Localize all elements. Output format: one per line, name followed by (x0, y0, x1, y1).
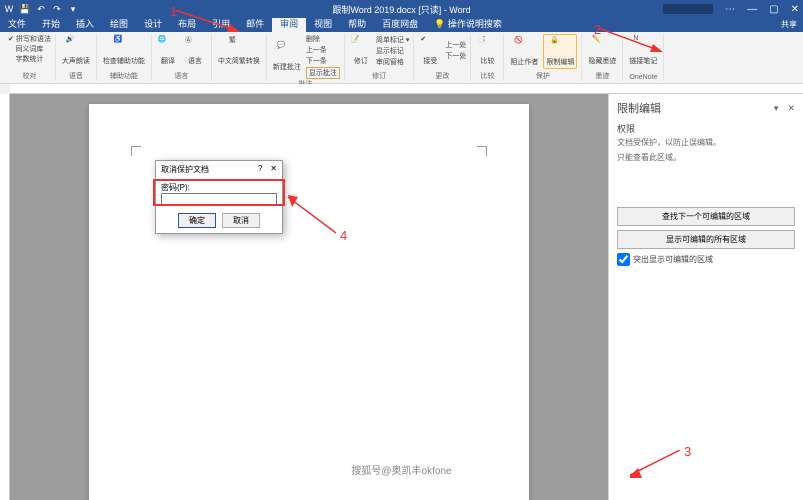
close-icon[interactable]: ✕ (791, 4, 799, 15)
accessibility-icon: ♿ (114, 35, 134, 55)
redo-icon[interactable]: ↷ (52, 4, 62, 14)
language-icon: Ⓐ (185, 35, 205, 55)
comment-icon: 💬 (277, 41, 297, 61)
onenote-button[interactable]: N链接笔记 (627, 34, 659, 67)
prev-change-button[interactable]: 上一处 (445, 40, 466, 50)
read-aloud-button[interactable]: 🔊大声朗读 (60, 34, 92, 67)
show-comments-button[interactable]: 显示批注 (306, 67, 340, 79)
group-chinese-convert: 繁中文简繁转换 (212, 34, 267, 81)
pane-title: 限制编辑 (617, 100, 661, 116)
share-button[interactable]: 共享 (775, 17, 803, 32)
dialog-help-icon[interactable]: ? (258, 164, 262, 175)
show-markup-button[interactable]: 显示标记 (376, 46, 410, 56)
cancel-button[interactable]: 取消 (222, 213, 260, 228)
pane-dropdown-icon[interactable]: ▾ (774, 103, 779, 113)
restrict-editing-pane: 限制编辑 ▾ ✕ 权限 文档受保护，以防止误编辑。 只能查看此区域。 查找下一个… (608, 94, 803, 500)
prev-comment-button[interactable]: 上一条 (306, 45, 340, 55)
word-icon: W (4, 4, 14, 14)
margin-corner (477, 146, 487, 156)
compare-button[interactable]: 📑比较 (475, 34, 499, 67)
group-protect: 🚫阻止作者 🔒限制编辑 保护 (504, 34, 582, 81)
new-comment-button[interactable]: 💬新建批注 (271, 40, 303, 73)
horizontal-ruler[interactable] (10, 84, 803, 94)
pane-close-icon[interactable]: ✕ (787, 103, 795, 113)
unprotect-dialog: 取消保护文档 ? ✕ 密码(P): 确定 取消 (155, 160, 283, 234)
window-title: 跟制Word 2019.docx [只读] - Word (332, 3, 470, 16)
minimize-icon[interactable]: — (747, 4, 757, 15)
onenote-icon: N (633, 35, 653, 55)
ribbon-tabs: 文件 开始 插入 绘图 设计 布局 引用 邮件 审阅 视图 帮助 百度网盘 💡 … (0, 18, 803, 32)
pane-subtitle: 权限 (617, 122, 795, 135)
track-changes-button[interactable]: 📝修订 (349, 34, 373, 67)
vertical-ruler[interactable] (0, 94, 10, 500)
restrict-editing-button[interactable]: 🔒限制编辑 (543, 34, 577, 69)
highlight-checkbox-input[interactable] (617, 253, 630, 266)
user-account[interactable] (663, 4, 713, 14)
titlebar: W 💾 ↶ ↷ ▾ 跟制Word 2019.docx [只读] - Word ⋯… (0, 0, 803, 18)
password-input[interactable] (161, 193, 277, 206)
group-comments: 💬新建批注 删除 上一条 下一条 显示批注 批注 (267, 34, 345, 81)
window-controls: ⋯ — ▢ ✕ (725, 4, 799, 15)
convert-icon: 繁 (229, 35, 249, 55)
group-language: 🌐翻译 Ⓐ语言 语言 (152, 34, 212, 81)
block-authors-button[interactable]: 🚫阻止作者 (508, 35, 540, 68)
accept-button[interactable]: ✔接受 (418, 34, 442, 67)
group-label: 校对 (22, 71, 36, 81)
group-changes: ✔接受 上一处 下一处 更改 (414, 34, 471, 81)
ok-button[interactable]: 确定 (178, 213, 216, 228)
group-proofing: ✔ 拼写和语法 同义词库 字数统计 校对 (4, 34, 56, 81)
group-ink: ✏️隐藏墨迹 墨迹 (582, 34, 623, 81)
find-next-region-button[interactable]: 查找下一个可编辑的区域 (617, 207, 795, 226)
track-icon: 📝 (351, 35, 371, 55)
display-dropdown[interactable]: 简单标记 ▾ (376, 35, 410, 45)
hide-ink-button[interactable]: ✏️隐藏墨迹 (586, 34, 618, 67)
delete-comment-button[interactable]: 删除 (306, 34, 340, 44)
spellcheck-button[interactable]: ✔ 拼写和语法 (8, 34, 51, 44)
group-speech: 🔊大声朗读 语音 (56, 34, 97, 81)
maximize-icon[interactable]: ▢ (769, 4, 778, 15)
ink-icon: ✏️ (592, 35, 612, 55)
accept-icon: ✔ (420, 35, 440, 55)
password-label: 密码(P): (161, 182, 277, 193)
show-all-regions-button[interactable]: 显示可编辑的所有区域 (617, 230, 795, 249)
lock-icon: 🔒 (550, 36, 570, 56)
save-icon[interactable]: 💾 (20, 4, 30, 14)
highlight-regions-checkbox[interactable]: 突出显示可编辑的区域 (617, 253, 795, 266)
reviewing-pane-button[interactable]: 审阅窗格 (376, 57, 410, 67)
chinese-convert-button[interactable]: 繁中文简繁转换 (216, 34, 262, 67)
group-onenote: N链接笔记 OneNote (623, 34, 664, 81)
wordcount-button[interactable]: 字数统计 (15, 54, 43, 64)
pane-description: 只能查看此区域。 (617, 152, 795, 163)
compare-icon: 📑 (477, 35, 497, 55)
ribbon: ✔ 拼写和语法 同义词库 字数统计 校对 🔊大声朗读 语音 ♿检查辅助功能 辅助… (0, 32, 803, 84)
watermark: 搜狐号@奥凯丰okfone (343, 461, 459, 478)
pane-description: 文档受保护，以防止误编辑。 (617, 137, 795, 148)
translate-button[interactable]: 🌐翻译 (156, 34, 180, 67)
page-container[interactable] (10, 94, 608, 500)
margin-corner (131, 146, 141, 156)
qa-more-icon[interactable]: ▾ (68, 4, 78, 14)
document-area: 限制编辑 ▾ ✕ 权限 文档受保护，以防止误编辑。 只能查看此区域。 查找下一个… (0, 94, 803, 500)
check-accessibility-button[interactable]: ♿检查辅助功能 (101, 34, 147, 67)
dialog-title: 取消保护文档 (161, 164, 209, 175)
speaker-icon: 🔊 (66, 35, 86, 55)
undo-icon[interactable]: ↶ (36, 4, 46, 14)
ribbon-options-icon[interactable]: ⋯ (725, 4, 735, 15)
block-icon: 🚫 (514, 36, 534, 56)
group-compare: 📑比较 比较 (471, 34, 504, 81)
next-comment-button[interactable]: 下一条 (306, 56, 340, 66)
group-accessibility: ♿检查辅助功能 辅助功能 (97, 34, 152, 81)
next-change-button[interactable]: 下一处 (445, 51, 466, 61)
group-tracking: 📝修订 简单标记 ▾ 显示标记 审阅窗格 修订 (345, 34, 415, 81)
language-button[interactable]: Ⓐ语言 (183, 34, 207, 67)
dialog-close-icon[interactable]: ✕ (270, 164, 277, 175)
thesaurus-button[interactable]: 同义词库 (15, 44, 43, 54)
quick-access: W 💾 ↶ ↷ ▾ (4, 4, 78, 14)
translate-icon: 🌐 (158, 35, 178, 55)
